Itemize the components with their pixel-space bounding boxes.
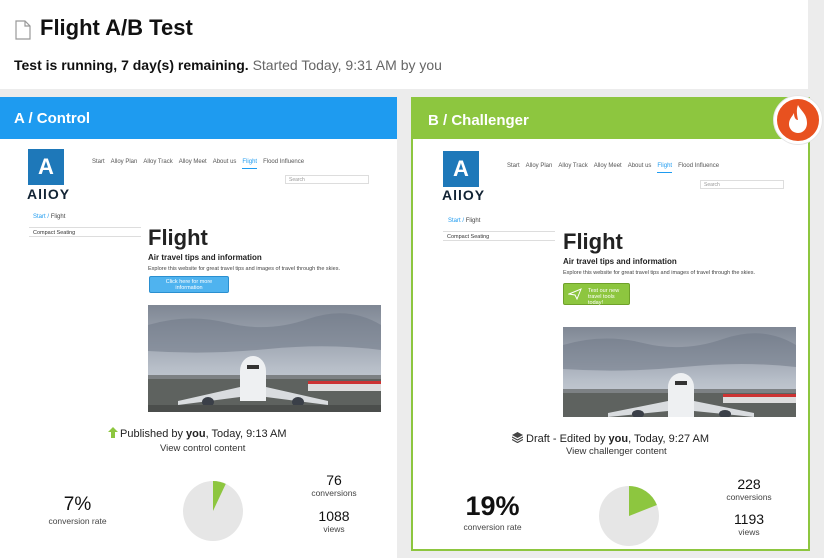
- variant-a-conversion-rate: 7% conversion rate: [40, 494, 115, 526]
- nav-item-active: Flight: [657, 163, 673, 173]
- nav-item: Start: [92, 159, 105, 165]
- preview-search-input: Search: [700, 180, 784, 189]
- conversion-rate-value: 7%: [63, 494, 92, 515]
- preview-cta-button: Click here for more information: [149, 276, 229, 293]
- test-header: Flight A/B Test Test is running, 7 day(s…: [0, 0, 808, 89]
- nav-item: About us: [212, 159, 237, 165]
- conversion-rate-label: conversion rate: [463, 522, 522, 532]
- nav-item-active: Flight: [242, 159, 258, 169]
- variant-b-preview[interactable]: A AllOY Start Alloy Plan Alloy Track Alloy …: [413, 139, 808, 429]
- variant-a-views: 1088 views: [318, 508, 350, 534]
- page-title: Flight A/B Test: [40, 15, 193, 40]
- variant-b-conversion-rate: 19% conversion rate: [455, 491, 530, 532]
- variant-b-header: B / Challenger: [413, 99, 808, 139]
- alloy-logo-text: AllOY: [27, 186, 71, 202]
- variant-b-draft: Draft - Edited by you, Today, 9:27 AM: [511, 432, 709, 445]
- nav-item: Alloy Plan: [110, 159, 138, 165]
- status-running: Test is running, 7 day(s) remaining.: [14, 57, 249, 73]
- nav-item: About us: [627, 163, 652, 169]
- preview-side-item: Compact Seating: [29, 227, 141, 237]
- alloy-logo: A: [28, 149, 64, 185]
- flame-icon: [789, 105, 807, 133]
- preview-breadcrumb: Start / Flight: [448, 218, 481, 224]
- airport-photo: [563, 327, 796, 417]
- variant-a-panel: A / Control A AllOY Start Alloy Plan Alloy…: [0, 97, 397, 558]
- paper-plane-icon: [568, 288, 582, 300]
- variant-a-header: A / Control: [0, 97, 397, 139]
- preview-page-title: Flight: [148, 225, 208, 250]
- conversion-rate-label: conversion rate: [48, 516, 107, 526]
- nav-item: Alloy Meet: [178, 159, 207, 165]
- nav-item: Flood Influence: [678, 163, 720, 169]
- alloy-logo-text: AllOY: [442, 187, 486, 203]
- variant-b-panel: B / Challenger A AllOY Start Alloy Plan Al…: [411, 97, 810, 551]
- nav-item: Alloy Plan: [525, 163, 553, 169]
- preview-nav: Start Alloy Plan Alloy Track Alloy Meet Abou…: [507, 163, 725, 173]
- preview-page-title: Flight: [563, 229, 623, 254]
- variant-b-conversions: 228 conversions: [726, 476, 772, 502]
- alloy-logo: A: [443, 151, 479, 187]
- preview-subtitle: Air travel tips and information: [563, 257, 677, 266]
- preview-intro: Explore this website for great travel ti…: [563, 270, 755, 276]
- nav-item: Flood Influence: [263, 159, 305, 165]
- status-started: Started Today, 9:31 AM by you: [252, 57, 442, 73]
- variant-a-pie-chart: [183, 481, 243, 541]
- preview-breadcrumb: Start / Flight: [33, 214, 66, 220]
- preview-search-input: Search: [285, 175, 369, 184]
- winner-badge: [774, 96, 822, 144]
- variant-a-conversions: 76 conversions: [311, 472, 357, 498]
- preview-cta-button: Test our new travel tools today!: [563, 283, 630, 306]
- document-icon: [15, 20, 31, 40]
- nav-item: Alloy Track: [558, 163, 588, 169]
- preview-subtitle: Air travel tips and information: [148, 253, 262, 262]
- nav-item: Alloy Track: [143, 159, 173, 165]
- variant-a-published: Published by you, Today, 9:13 AM: [108, 427, 287, 440]
- conversion-rate-value: 19%: [465, 491, 520, 521]
- test-status: Test is running, 7 day(s) remaining. Sta…: [14, 57, 442, 73]
- airport-photo: [148, 305, 381, 412]
- view-challenger-content-link[interactable]: View challenger content: [566, 446, 667, 457]
- layers-icon: [511, 432, 524, 444]
- nav-item: Start: [507, 163, 520, 169]
- variant-b-pie-chart: [599, 486, 659, 546]
- published-arrow-icon: [108, 427, 118, 438]
- preview-intro: Explore this website for great travel ti…: [148, 266, 340, 272]
- nav-item: Alloy Meet: [593, 163, 622, 169]
- variant-b-views: 1193 views: [733, 511, 765, 537]
- preview-nav: Start Alloy Plan Alloy Track Alloy Meet Abou…: [92, 159, 310, 169]
- preview-side-item: Compact Seating: [443, 231, 555, 241]
- view-control-content-link[interactable]: View control content: [160, 443, 245, 454]
- variant-a-preview[interactable]: A AllOY Start Alloy Plan Alloy Track Alloy …: [0, 139, 397, 429]
